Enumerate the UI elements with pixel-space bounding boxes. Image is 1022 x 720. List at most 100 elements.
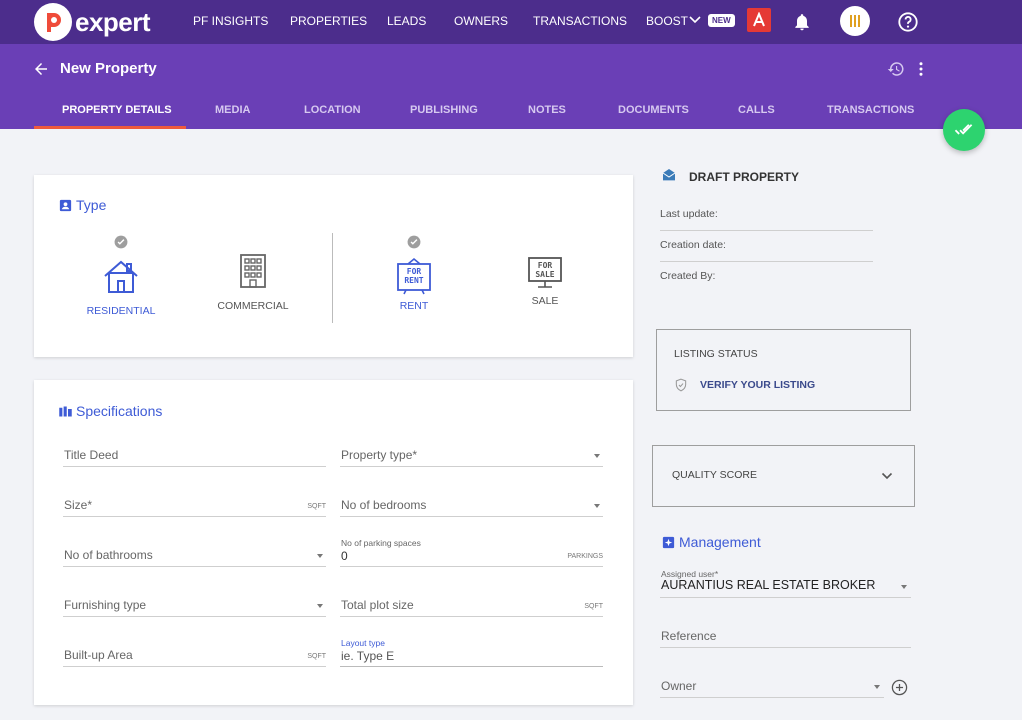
reference-label: Reference bbox=[661, 629, 717, 643]
for-rent-sign-icon: FOR RENT bbox=[394, 256, 434, 296]
parking-spaces-value: 0 bbox=[341, 549, 348, 563]
furnishing-type-label: Furnishing type bbox=[64, 598, 147, 612]
nav-properties[interactable]: PROPERTIES bbox=[290, 14, 367, 28]
furnishing-type-select[interactable]: Furnishing type bbox=[63, 583, 326, 617]
bathrooms-select[interactable]: No of bathrooms bbox=[63, 533, 326, 567]
logo-mark-icon bbox=[34, 3, 72, 41]
property-type-label: Property type* bbox=[341, 448, 418, 462]
assigned-user-select[interactable]: Assigned user* AURANTIUS REAL ESTATE BRO… bbox=[660, 564, 911, 598]
specifications-title: Specifications bbox=[58, 403, 162, 419]
bedrooms-select[interactable]: No of bedrooms bbox=[340, 483, 603, 517]
tab-calls[interactable]: CALLS bbox=[738, 104, 775, 116]
verify-listing-link[interactable]: VERIFY YOUR LISTING bbox=[674, 378, 815, 392]
app-logo[interactable]: expert bbox=[34, 3, 151, 41]
size-unit: SQFT bbox=[307, 503, 326, 510]
building-icon bbox=[240, 254, 266, 288]
avatar[interactable] bbox=[840, 6, 870, 36]
history-icon[interactable] bbox=[887, 60, 905, 83]
draft-property-title: DRAFT PROPERTY bbox=[689, 170, 800, 184]
page-header bbox=[0, 44, 1022, 129]
bar-chart-icon bbox=[59, 406, 72, 416]
size-label: Size* bbox=[64, 498, 93, 512]
type-residential[interactable]: RESIDENTIAL bbox=[66, 235, 176, 317]
size-field[interactable]: Size* SQFT bbox=[63, 483, 326, 517]
commercial-label: COMMERCIAL bbox=[217, 300, 289, 312]
builtup-area-unit: SQFT bbox=[307, 653, 326, 660]
chevron-down-icon[interactable] bbox=[681, 6, 709, 34]
tab-location[interactable]: LOCATION bbox=[304, 104, 361, 116]
active-tab-indicator bbox=[34, 126, 186, 129]
parking-unit: PARKINGS bbox=[567, 553, 603, 560]
badge-icon bbox=[59, 199, 72, 211]
type-commercial[interactable]: COMMERCIAL bbox=[198, 251, 308, 312]
type-rent[interactable]: FOR RENT RENT bbox=[359, 235, 469, 312]
nav-owners[interactable]: OWNERS bbox=[454, 14, 508, 28]
parking-spaces-label: No of parking spaces bbox=[341, 538, 421, 548]
bathrooms-label: No of bathrooms bbox=[64, 548, 153, 562]
check-circle-icon bbox=[407, 235, 421, 249]
tab-publishing[interactable]: PUBLISHING bbox=[410, 104, 478, 116]
management-title: Management bbox=[661, 534, 761, 550]
nav-pf-insights[interactable]: PF INSIGHTS bbox=[193, 14, 268, 28]
sparkle-badge-icon bbox=[662, 536, 675, 548]
tab-documents[interactable]: DOCUMENTS bbox=[618, 104, 689, 116]
back-arrow-icon[interactable] bbox=[32, 60, 50, 83]
for-sale-sign-icon: FOR SALE bbox=[525, 251, 565, 291]
tab-transactions[interactable]: TRANSACTIONS bbox=[827, 104, 914, 116]
reference-field[interactable]: Reference bbox=[660, 614, 911, 648]
nav-leads[interactable]: LEADS bbox=[387, 14, 426, 28]
add-owner-button[interactable] bbox=[891, 679, 908, 701]
title-deed-field[interactable]: Title Deed bbox=[63, 433, 326, 467]
type-card-title: Type bbox=[58, 197, 106, 213]
divider bbox=[660, 230, 873, 231]
save-fab-button[interactable] bbox=[943, 109, 985, 151]
bell-icon[interactable] bbox=[788, 8, 816, 36]
draft-envelope-icon bbox=[661, 167, 677, 188]
plot-size-label: Total plot size bbox=[341, 598, 414, 612]
created-by-label: Created By: bbox=[660, 270, 716, 282]
specifications-card: Specifications Title Deed Property type*… bbox=[34, 380, 633, 705]
new-badge: NEW bbox=[708, 14, 735, 27]
bedrooms-label: No of bedrooms bbox=[341, 498, 427, 512]
dropdown-arrow-icon bbox=[594, 454, 600, 458]
divider bbox=[660, 261, 873, 262]
nav-transactions[interactable]: TRANSACTIONS bbox=[533, 14, 627, 28]
plot-size-unit: SQFT bbox=[584, 603, 603, 610]
parking-spaces-field[interactable]: No of parking spaces 0 PARKINGS bbox=[340, 533, 603, 567]
logo-text: expert bbox=[75, 6, 151, 37]
plus-circle-icon bbox=[891, 679, 908, 696]
builtup-area-label: Built-up Area bbox=[64, 648, 133, 662]
property-type-select[interactable]: Property type* bbox=[340, 433, 603, 467]
sale-sign-line1: FOR bbox=[537, 261, 553, 270]
builtup-area-field[interactable]: Built-up Area SQFT bbox=[63, 633, 326, 667]
check-circle-icon bbox=[114, 235, 128, 249]
listing-status-label: LISTING STATUS bbox=[674, 348, 758, 360]
more-vert-icon[interactable] bbox=[912, 60, 930, 83]
shield-icon bbox=[675, 378, 687, 392]
layout-type-field[interactable]: Layout type ie. Type E bbox=[340, 633, 603, 667]
tab-notes[interactable]: NOTES bbox=[528, 104, 566, 116]
verify-listing-text: VERIFY YOUR LISTING bbox=[700, 379, 816, 391]
title-deed-label: Title Deed bbox=[64, 448, 119, 462]
chevron-down-icon[interactable] bbox=[881, 472, 893, 480]
quality-score-panel[interactable]: QUALITY SCORE bbox=[652, 445, 915, 507]
rent-sign-line1: FOR bbox=[406, 267, 422, 276]
app-switcher-icon[interactable] bbox=[747, 8, 771, 32]
layout-type-label: Layout type bbox=[341, 638, 385, 648]
dropdown-arrow-icon bbox=[317, 604, 323, 608]
dropdown-arrow-icon bbox=[874, 685, 880, 689]
specifications-title-text: Specifications bbox=[76, 403, 163, 419]
type-sale[interactable]: FOR SALE SALE bbox=[490, 251, 600, 307]
rent-sign-line2: RENT bbox=[404, 276, 424, 285]
double-check-icon bbox=[954, 124, 973, 135]
plot-size-field[interactable]: Total plot size SQFT bbox=[340, 583, 603, 617]
type-title-text: Type bbox=[76, 197, 107, 213]
tab-media[interactable]: MEDIA bbox=[215, 104, 250, 116]
dropdown-arrow-icon bbox=[901, 585, 907, 589]
layout-type-placeholder: ie. Type E bbox=[341, 649, 395, 663]
last-update-label: Last update: bbox=[660, 208, 718, 220]
tab-property-details[interactable]: PROPERTY DETAILS bbox=[62, 104, 172, 116]
owner-select[interactable]: Owner bbox=[660, 664, 884, 698]
assigned-user-value: AURANTIUS REAL ESTATE BROKER bbox=[661, 578, 876, 592]
help-icon[interactable] bbox=[894, 8, 922, 36]
